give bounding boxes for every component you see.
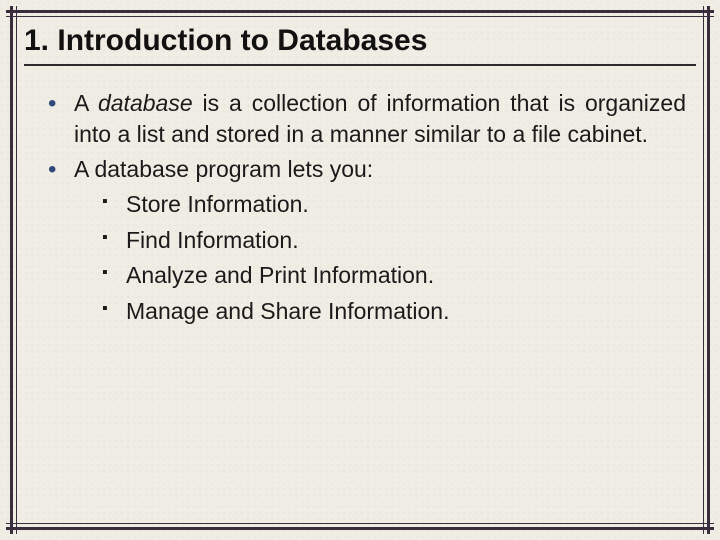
sub-item-3: Analyze and Print Information. [102, 258, 686, 294]
bullet-2-text: A database program lets you: [74, 156, 373, 182]
bullet-1-pre: A [74, 90, 98, 116]
bullet-1: A database is a collection of informatio… [48, 88, 686, 150]
bullet-1-em: database [98, 90, 193, 116]
slide-content: 1. Introduction to Databases A database … [24, 24, 696, 516]
slide-title: 1. Introduction to Databases [24, 24, 696, 58]
bullet-2: A database program lets you: Store Infor… [48, 154, 686, 330]
sub-item-4: Manage and Share Information. [102, 294, 686, 330]
sub-item-1: Store Information. [102, 187, 686, 223]
bullet-list: A database is a collection of informatio… [24, 88, 696, 330]
sub-item-2: Find Information. [102, 223, 686, 259]
sub-list: Store Information. Find Information. Ana… [74, 187, 686, 330]
title-divider [24, 64, 696, 66]
